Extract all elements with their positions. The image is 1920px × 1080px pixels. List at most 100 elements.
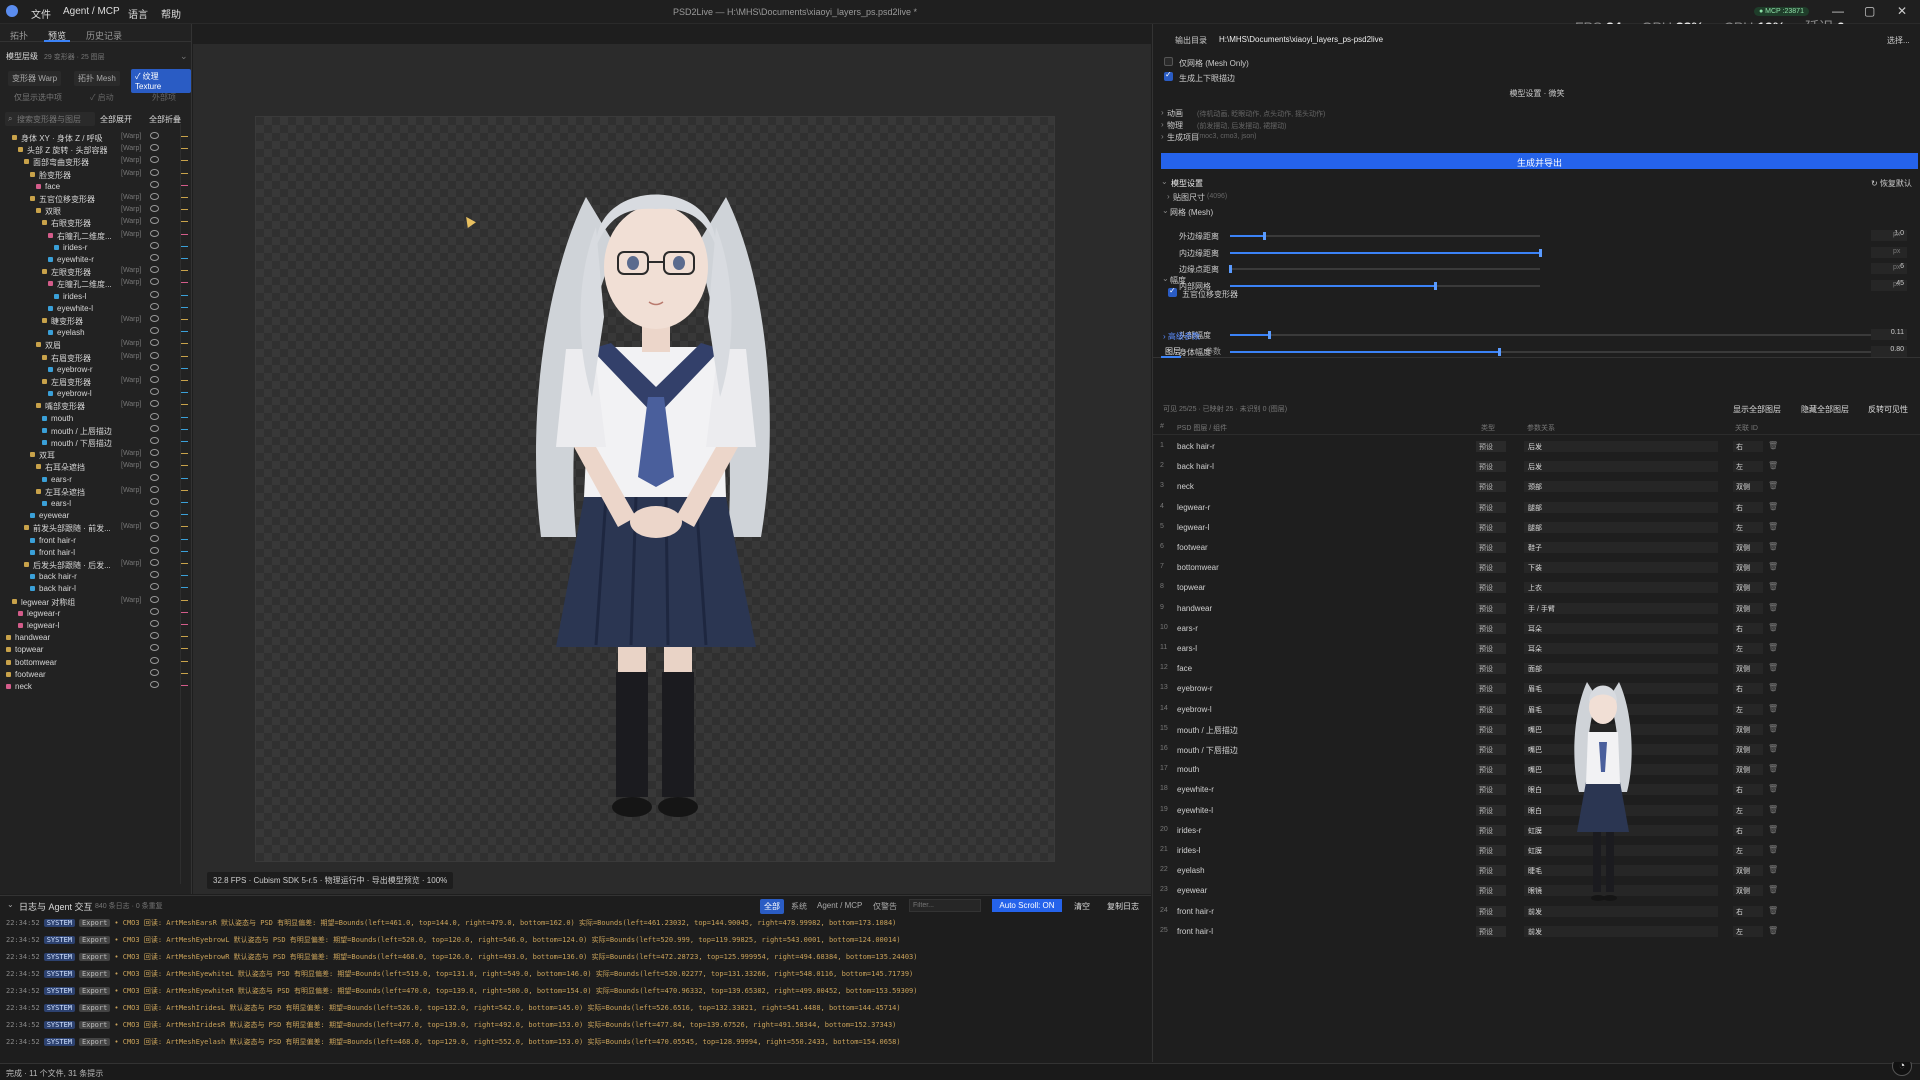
delete-icon[interactable]: 🗑 [1768,805,1778,814]
delete-icon[interactable]: 🗑 [1768,784,1778,793]
layer-type-select[interactable]: 预设 [1476,521,1506,533]
param-relation-select[interactable]: 前发 [1524,925,1718,937]
param-relation-select[interactable]: 腿部 [1524,521,1718,533]
delete-icon[interactable]: 🗑 [1768,481,1778,490]
minimize-button[interactable]: — [1832,4,1844,18]
visibility-eye-icon[interactable] [150,241,159,249]
log-filter-system[interactable]: 系统 [787,899,811,914]
delete-icon[interactable]: 🗑 [1768,623,1778,632]
layer-type-select[interactable]: 预设 [1476,703,1506,715]
advanced-params-link[interactable]: › 高级参数 [1163,331,1200,342]
slider-value[interactable]: 0.11 [1871,329,1907,340]
visibility-eye-icon[interactable] [150,644,159,652]
visibility-eye-icon[interactable] [150,156,159,164]
slider-handle[interactable] [1539,248,1542,257]
side-select[interactable]: 双侧 [1733,582,1763,594]
delete-icon[interactable]: 🗑 [1768,764,1778,773]
visibility-eye-icon[interactable] [150,473,159,481]
table-row[interactable]: 6 footwear 预设 鞋子 双侧 🗑 [1153,537,1920,557]
table-row[interactable]: 1 back hair-r 预设 后发 右 🗑 [1153,436,1920,456]
side-select[interactable]: 双侧 [1733,602,1763,614]
side-select[interactable]: 左 [1733,643,1763,654]
param-relation-select[interactable]: 后发 [1524,461,1718,473]
visibility-eye-icon[interactable] [150,290,159,298]
side-select[interactable]: 右 [1733,622,1763,634]
visibility-eye-icon[interactable] [150,168,159,176]
slider-track[interactable] [1230,268,1540,270]
table-row[interactable]: 14 eyebrow-l 预设 眉毛左 🗑 [1153,699,1920,719]
layer-type-select[interactable]: 预设 [1476,885,1506,897]
layer-type-select[interactable]: 预设 [1476,441,1506,452]
delete-icon[interactable]: 🗑 [1768,825,1778,834]
visibility-eye-icon[interactable] [150,193,159,200]
delete-icon[interactable]: 🗑 [1768,744,1778,753]
slider-value[interactable]: 45 [1871,279,1907,291]
param-relation-select[interactable]: 手 / 手臂 [1524,602,1718,614]
show-all-layers-button[interactable]: 显示全部图层 [1733,404,1781,415]
tab-topology[interactable]: 拓扑 [10,29,28,42]
layer-type-select[interactable]: 预设 [1476,723,1506,735]
param-relation-select[interactable]: 颈部 [1524,481,1718,493]
visibility-eye-icon[interactable] [150,534,159,542]
visibility-eye-icon[interactable] [150,400,159,408]
slider-value[interactable]: 6 [1871,263,1907,274]
visibility-eye-icon[interactable] [150,180,159,188]
delete-icon[interactable]: 🗑 [1768,865,1778,874]
reset-defaults-button[interactable]: ↻ 恢复默认 [1871,178,1912,189]
layer-type-select[interactable]: 预设 [1476,925,1506,937]
visibility-eye-icon[interactable] [150,266,159,274]
visibility-eye-icon[interactable] [150,132,159,139]
section-title[interactable]: 物理 [1167,120,1183,131]
param-relation-select[interactable]: 下装 [1524,562,1718,574]
layer-type-select[interactable]: 预设 [1476,764,1506,776]
table-row[interactable]: 10 ears-r 预设 耳朵 右 🗑 [1153,618,1920,638]
visibility-eye-icon[interactable] [150,571,159,579]
chevron-right-icon[interactable]: › [1161,108,1164,117]
visibility-eye-icon[interactable] [150,656,159,664]
side-select[interactable]: 右 [1733,501,1763,513]
visibility-eye-icon[interactable] [150,449,159,457]
side-select[interactable]: 双侧 [1733,764,1763,776]
table-row[interactable]: 9 handwear 预设 手 / 手臂 双侧 🗑 [1153,598,1920,618]
table-row[interactable]: 16 mouth / 下唇描边 预设 嘴巴 双侧 🗑 [1153,739,1920,759]
table-row[interactable]: 12 face 预设 面部 双侧 🗑 [1153,658,1920,678]
table-row[interactable]: 4 legwear-r 预设 腿部 右 🗑 [1153,497,1920,517]
chevron-down-icon[interactable]: ⌄ [1161,177,1168,186]
slider-value[interactable] [1871,246,1907,258]
tree-search[interactable]: ⌕ [5,112,95,126]
visibility-eye-icon[interactable] [150,302,159,310]
invert-visibility-button[interactable]: 反转可见性 [1868,404,1908,415]
visibility-eye-icon[interactable] [150,144,159,152]
layer-type-select[interactable]: 预设 [1476,542,1506,553]
delete-icon[interactable]: 🗑 [1768,441,1778,450]
layer-type-select[interactable]: 预设 [1476,905,1506,917]
side-select[interactable]: 双侧 [1733,481,1763,493]
table-row[interactable]: 23 eyewear 预设 眼镜 双侧 🗑 [1153,880,1920,900]
chevron-down-icon[interactable]: ⌄ [1162,206,1169,215]
delete-icon[interactable]: 🗑 [1768,582,1778,591]
layer-type-select[interactable]: 预设 [1476,643,1506,654]
layer-type-select[interactable]: 预设 [1476,824,1506,836]
log-filter-all[interactable]: 全部 [760,899,784,914]
facial-offset-checkbox[interactable] [1168,286,1177,297]
delete-icon[interactable]: 🗑 [1768,542,1778,551]
side-select[interactable]: 双侧 [1733,885,1763,897]
slider-track[interactable] [1230,334,1885,336]
visibility-eye-icon[interactable] [150,681,159,688]
generate-export-button[interactable]: 生成并导出 [1161,153,1918,169]
visibility-eye-icon[interactable] [150,546,159,554]
layer-type-select[interactable]: 预设 [1476,804,1506,816]
param-relation-select[interactable]: 后发 [1524,441,1718,452]
visibility-eye-icon[interactable] [150,437,159,444]
side-select[interactable]: 左 [1733,804,1763,816]
delete-icon[interactable]: 🗑 [1768,845,1778,854]
visibility-eye-icon[interactable] [150,254,159,261]
filter-enabled[interactable]: ✓ 启动 [90,92,114,103]
side-select[interactable]: 左 [1733,845,1763,856]
visibility-eye-icon[interactable] [150,376,159,383]
visibility-eye-icon[interactable] [150,412,159,420]
expand-all-button[interactable]: 全部展开 [100,114,132,125]
visibility-eye-icon[interactable] [150,327,159,335]
layer-type-select[interactable]: 预设 [1476,865,1506,877]
delete-icon[interactable]: 🗑 [1768,522,1778,531]
